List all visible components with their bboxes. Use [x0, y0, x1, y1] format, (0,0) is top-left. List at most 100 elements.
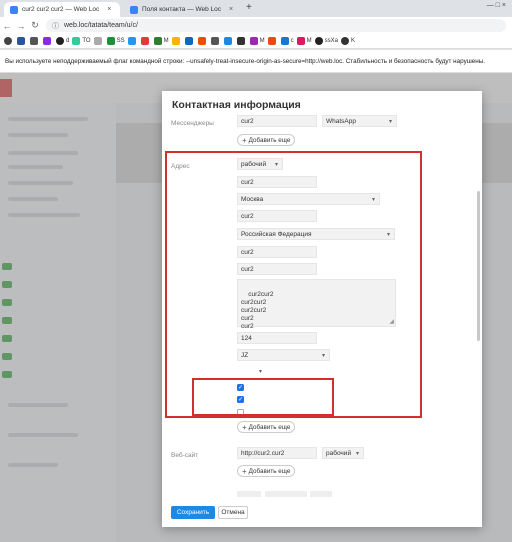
close-tab-icon[interactable]: ×: [107, 6, 111, 13]
messengers-label: Мессенджеры: [171, 120, 214, 127]
close-tab-icon[interactable]: ×: [229, 6, 233, 13]
tab-title: Поля контакта — Web Loc: [142, 6, 221, 13]
site-favicon-icon: [10, 5, 18, 14]
bookmark-item[interactable]: c: [280, 37, 294, 45]
bookmark-icon: [249, 37, 258, 45]
bookmark-icon: [280, 37, 289, 45]
bookmark-icon: [340, 37, 349, 45]
browser-toolbar: ← → ↻ ⓘ web.loc/tatata/team/u/c/: [0, 17, 512, 34]
bookmark-label: TO: [82, 38, 91, 44]
url-text: web.loc/tatata/team/u/c/: [64, 22, 138, 29]
bookmark-item[interactable]: [267, 37, 278, 45]
bookmark-item[interactable]: [171, 37, 182, 45]
info-icon[interactable]: ⓘ: [52, 21, 59, 31]
bookmark-item[interactable]: [236, 37, 247, 45]
bookmark-item[interactable]: [4, 37, 14, 45]
site-favicon-icon: [130, 5, 138, 14]
bookmarks-bar: d TO SS M M c M ssXa K: [0, 34, 512, 49]
bookmark-item[interactable]: ssXa: [314, 37, 338, 45]
bookmark-label: c: [290, 38, 294, 44]
bookmark-item[interactable]: M: [153, 37, 169, 45]
back-arrow-icon[interactable]: ←: [0, 21, 14, 31]
placeholder-block: [237, 491, 261, 497]
bookmark-icon: [184, 37, 193, 45]
bookmark-label: d: [66, 38, 70, 44]
bookmark-icon: [267, 37, 276, 45]
reload-icon[interactable]: ↻: [28, 20, 42, 31]
bookmark-item[interactable]: [93, 37, 104, 45]
bookmark-icon: [296, 37, 305, 45]
browser-tabstrip: cur2 cur2 cur2 — Web Loc × Поля контакта…: [0, 0, 512, 17]
bookmark-icon: [56, 37, 64, 45]
bookmark-item[interactable]: [184, 37, 195, 45]
bookmark-icon: [197, 37, 206, 45]
bookmark-label: ssXa: [324, 38, 338, 44]
modal-scrollbar[interactable]: [477, 191, 480, 341]
bookmark-icon: [236, 37, 245, 45]
plus-icon: +: [242, 422, 247, 432]
bookmark-icon: [106, 37, 115, 45]
warning-text: Вы используете неподдерживаемый флаг ком…: [5, 57, 486, 65]
bookmark-item[interactable]: M: [296, 37, 312, 45]
add-website-button[interactable]: + Добавить еще: [237, 465, 296, 477]
bookmark-icon: [17, 37, 25, 45]
plus-icon: +: [242, 135, 247, 145]
bookmark-icon: [210, 37, 219, 45]
bookmark-item[interactable]: K: [340, 37, 355, 45]
add-address-button[interactable]: + Добавить еще: [237, 421, 296, 433]
bookmark-item[interactable]: [210, 37, 221, 45]
bookmark-label: M: [163, 38, 169, 44]
bookmark-item[interactable]: SS: [106, 37, 125, 45]
bookmark-item[interactable]: [30, 37, 40, 45]
bookmark-item[interactable]: [223, 37, 234, 45]
add-button-label: Добавить еще: [248, 423, 291, 431]
save-button[interactable]: Сохранить: [171, 506, 215, 519]
address-bar[interactable]: ⓘ web.loc/tatata/team/u/c/: [46, 19, 506, 32]
bookmark-item[interactable]: M: [249, 37, 265, 45]
new-tab-icon[interactable]: +: [246, 2, 252, 13]
bookmark-icon: [314, 37, 323, 45]
bookmark-item[interactable]: d: [56, 37, 69, 45]
bookmark-icon: [153, 37, 162, 45]
messenger-type-select[interactable]: WhatsApp ▾: [322, 115, 397, 127]
website-type-value: рабочий: [326, 450, 352, 457]
unsupported-flag-warning: Вы используете неподдерживаемый флаг ком…: [0, 50, 512, 73]
bookmark-label: K: [350, 38, 355, 44]
placeholder-block: [265, 491, 307, 497]
tab-inactive[interactable]: Поля контакта — Web Loc ×: [124, 2, 240, 17]
bookmark-icon: [171, 37, 180, 45]
bookmark-item[interactable]: [43, 37, 53, 45]
add-button-label: Добавить еще: [248, 467, 291, 475]
placeholder-block: [310, 491, 332, 497]
bookmark-icon: [30, 37, 38, 45]
bookmark-icon: [223, 37, 232, 45]
plus-icon: +: [242, 466, 247, 476]
bookmark-item[interactable]: [17, 37, 27, 45]
bookmark-item[interactable]: TO: [72, 37, 91, 45]
window-controls[interactable]: — □ ×: [487, 2, 506, 9]
website-input[interactable]: http://cur2.cur2: [237, 447, 317, 459]
website-type-select[interactable]: рабочий ▾: [322, 447, 364, 459]
tab-active[interactable]: cur2 cur2 cur2 — Web Loc ×: [4, 2, 120, 17]
bookmark-label: SS: [116, 38, 125, 44]
modal-title: Контактная информация: [172, 99, 301, 111]
bookmark-icon: [72, 37, 81, 45]
chevron-down-icon: ▾: [388, 119, 392, 125]
add-button-label: Добавить еще: [248, 136, 291, 144]
forward-arrow-icon[interactable]: →: [14, 21, 28, 31]
cancel-button[interactable]: Отмена: [218, 506, 248, 519]
messenger-type-value: WhatsApp: [326, 118, 356, 125]
bookmark-item[interactable]: [197, 37, 208, 45]
bookmark-item[interactable]: [127, 37, 138, 45]
add-messenger-button[interactable]: + Добавить еще: [237, 134, 296, 146]
bookmark-icon: [43, 37, 51, 45]
bookmark-icon: [140, 37, 149, 45]
messenger-value-input[interactable]: cur2: [237, 115, 317, 127]
checkbox-highlight-box: [192, 378, 334, 416]
bookmark-icon: [4, 37, 12, 45]
contact-info-modal: Контактная информация Мессенджеры cur2 W…: [162, 91, 482, 527]
tab-title: cur2 cur2 cur2 — Web Loc: [22, 6, 100, 13]
bookmark-item[interactable]: [140, 37, 151, 45]
bookmark-icon: [127, 37, 136, 45]
website-label: Веб-сайт: [171, 452, 199, 459]
